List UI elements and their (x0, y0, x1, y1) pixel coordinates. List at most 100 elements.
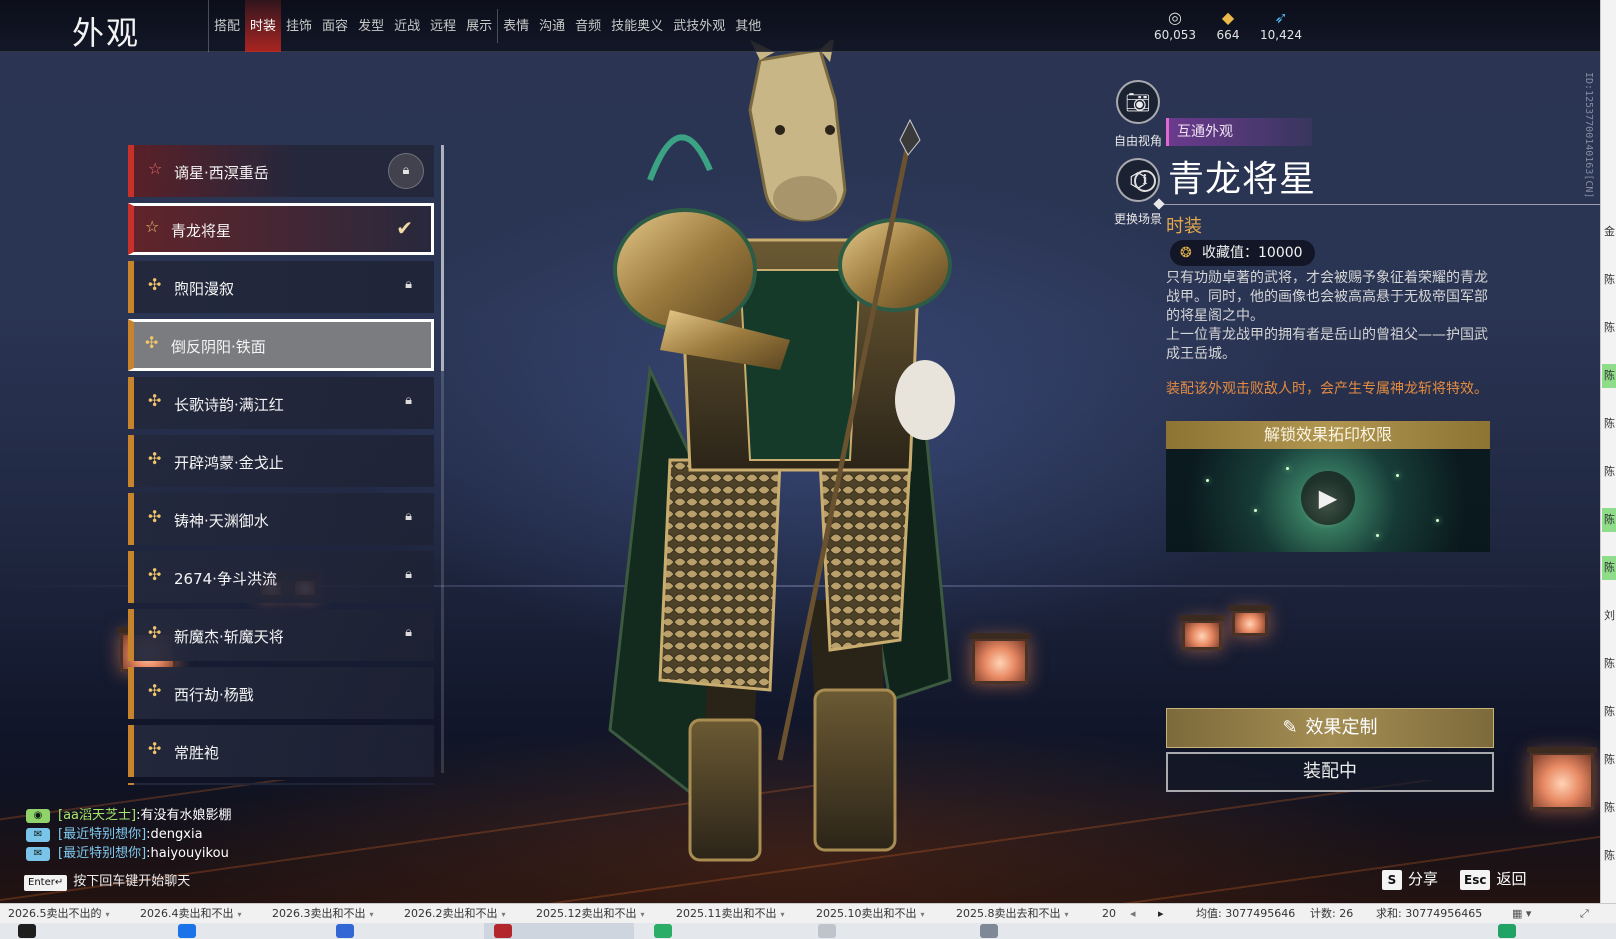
spreadsheet-cell[interactable]: 陈 (1602, 460, 1616, 484)
list-item[interactable]: ☆ 谪星·西溟重岳 🔒︎ (128, 145, 434, 197)
browser-icon[interactable] (178, 924, 196, 938)
spreadsheet-cell[interactable] (1602, 292, 1616, 316)
sheet-tab[interactable]: 2025.8卖出去和不出 ▾ (956, 906, 1069, 922)
app-icon[interactable] (18, 924, 36, 938)
tab-emotes[interactable]: 表情 (498, 0, 534, 52)
sheet-tab[interactable]: 2026.2卖出和不出 ▾ (404, 906, 506, 922)
spreadsheet-cell[interactable] (1602, 76, 1616, 100)
scroll-right-icon[interactable]: ▸ (1158, 906, 1164, 922)
spreadsheet-cell[interactable] (1602, 388, 1616, 412)
spreadsheet-cell[interactable]: 陈 (1602, 652, 1616, 676)
app-icon[interactable] (818, 924, 836, 938)
scroll-left-icon[interactable]: ◂ (1130, 906, 1136, 922)
spreadsheet-cell[interactable] (1602, 340, 1616, 364)
spreadsheet-cell[interactable] (1602, 124, 1616, 148)
list-item[interactable]: ✣ 铸神·天渊御水 🔒︎ (128, 493, 434, 545)
share-button[interactable]: S 分享 (1382, 868, 1438, 890)
tab-accessories[interactable]: 挂饰 (281, 0, 317, 52)
list-scrollbar-thumb[interactable] (441, 145, 444, 371)
game-app-icon[interactable] (494, 924, 512, 938)
spreadsheet-cell[interactable] (1602, 628, 1616, 652)
spreadsheet-cell[interactable] (1602, 484, 1616, 508)
tab-hairstyle[interactable]: 发型 (353, 0, 389, 52)
free-view-button[interactable]: 📷︎ 自由视角 (1108, 80, 1168, 149)
spreadsheet-cell[interactable] (1602, 676, 1616, 700)
spreadsheet-cell[interactable]: 金 (1602, 220, 1616, 244)
sheet-tab[interactable]: 2026.4卖出和不出 ▾ (140, 906, 242, 922)
tab-display[interactable]: 展示 (461, 0, 497, 52)
sheet-tab[interactable]: 2026.5卖出不出的 ▾ (8, 906, 110, 922)
tab-skill-ultimate[interactable]: 技能奥义 (606, 0, 668, 52)
play-icon[interactable]: ▶ (1301, 471, 1355, 525)
sheet-tab[interactable]: 20 (1102, 906, 1116, 922)
tab-face[interactable]: 面容 (317, 0, 353, 52)
tab-outfit-sets[interactable]: 搭配 (209, 0, 245, 52)
list-item[interactable]: ✣ 常胜袍 (128, 725, 434, 777)
spreadsheet-cell[interactable] (1602, 148, 1616, 172)
spreadsheet-cell[interactable] (1602, 772, 1616, 796)
spreadsheet-app-icon[interactable] (1498, 924, 1516, 938)
chat-sender[interactable]: [最近特别想你] (58, 827, 146, 842)
spreadsheet-cell[interactable]: 陈 (1602, 844, 1616, 868)
tab-martial-appearance[interactable]: 武技外观 (668, 0, 730, 52)
app-icon[interactable] (980, 924, 998, 938)
spreadsheet-cell[interactable] (1602, 100, 1616, 124)
spreadsheet-cell[interactable] (1602, 196, 1616, 220)
list-item[interactable]: ✣ 2674·争斗洪流 🔒︎ (128, 551, 434, 603)
currency-gold[interactable]: ◆ 664 (1198, 8, 1258, 42)
sheet-tab[interactable]: 2025.10卖出和不出 ▾ (816, 906, 925, 922)
spreadsheet-cell[interactable]: 陈 (1602, 268, 1616, 292)
outfit-list[interactable]: ☆ 谪星·西溟重岳 🔒︎ ☆ 青龙将星 ✔ ✣ 煦阳漫叙 🔒︎ ✣ 倒反阴阳·铁… (128, 145, 444, 785)
change-scene-button[interactable]: ⬡ 更换场景 (1108, 158, 1168, 227)
sheet-tab[interactable]: 2025.12卖出和不出 ▾ (536, 906, 645, 922)
list-item[interactable]: ☆ 青龙将星 ✔ (128, 203, 434, 255)
chat-sender[interactable]: [最近特别想你] (58, 846, 146, 861)
spreadsheet-cell[interactable] (1602, 724, 1616, 748)
spreadsheet-cell[interactable] (1602, 244, 1616, 268)
info-icon[interactable]: i (1134, 170, 1156, 192)
spreadsheet-cell[interactable] (1602, 820, 1616, 844)
spreadsheet-cell[interactable]: 刘 (1602, 604, 1616, 628)
tab-ranged[interactable]: 远程 (425, 0, 461, 52)
spreadsheet-cell[interactable]: 陈 (1602, 364, 1616, 388)
wechat-icon[interactable] (654, 924, 672, 938)
list-item[interactable]: ✣ 长歌诗韵·满江红 🔒︎ (128, 377, 434, 429)
tab-fashion[interactable]: 时装 (245, 0, 282, 52)
character-model[interactable] (590, 40, 1010, 870)
spreadsheet-cell[interactable] (1602, 532, 1616, 556)
spreadsheet-cell[interactable] (1602, 4, 1616, 28)
view-mode-icon[interactable]: ▦ ▾ (1512, 906, 1531, 922)
spreadsheet-cell[interactable]: 陈 (1602, 412, 1616, 436)
spreadsheet-cell[interactable]: 陈 (1602, 748, 1616, 772)
spreadsheet-cell[interactable]: 陈 (1602, 700, 1616, 724)
spreadsheet-cell[interactable]: 陈 (1602, 316, 1616, 340)
sheet-tab[interactable]: 2026.3卖出和不出 ▾ (272, 906, 374, 922)
spreadsheet-cell[interactable]: 陈 (1602, 556, 1616, 580)
effect-preview-video[interactable]: ▶ (1166, 449, 1490, 552)
spreadsheet-cell[interactable] (1602, 28, 1616, 52)
list-item[interactable]: ✣ 开辟鸿蒙·金戈止 (128, 435, 434, 487)
currency-jade[interactable]: ◎ 60,053 (1145, 8, 1205, 42)
fullscreen-icon[interactable]: ⤢ (1580, 906, 1589, 922)
tab-communication[interactable]: 沟通 (534, 0, 570, 52)
tab-melee[interactable]: 近战 (389, 0, 425, 52)
currency-feather[interactable]: ➶ 10,424 (1251, 8, 1311, 42)
spreadsheet-cell[interactable] (1602, 580, 1616, 604)
list-item[interactable]: ✣ 西行劫·杨戬 (128, 667, 434, 719)
spreadsheet-cell[interactable] (1602, 172, 1616, 196)
equipped-button[interactable]: 装配中 (1166, 752, 1494, 792)
sheet-tab[interactable]: 2025.11卖出和不出 ▾ (676, 906, 785, 922)
list-item[interactable]: ✣ 倒反阴阳·铁面 (128, 319, 434, 371)
spreadsheet-cell[interactable] (1602, 436, 1616, 460)
tab-audio[interactable]: 音频 (570, 0, 606, 52)
chat-sender[interactable]: [aa滔天芝士] (58, 808, 136, 823)
list-item[interactable] (128, 783, 434, 785)
spreadsheet-cell[interactable]: 陈 (1602, 508, 1616, 532)
chat-input-hint[interactable]: Enter↵ 按下回车键开始聊天 (24, 870, 190, 891)
list-item[interactable]: ✣ 新魔杰·斩魔天将 🔒︎ (128, 609, 434, 661)
customize-effect-button[interactable]: ✎ 效果定制 (1166, 708, 1494, 748)
spreadsheet-cell[interactable]: 陈 (1602, 796, 1616, 820)
list-item[interactable]: ✣ 煦阳漫叙 🔒︎ (128, 261, 434, 313)
spreadsheet-cell[interactable] (1602, 52, 1616, 76)
tab-other[interactable]: 其他 (730, 0, 766, 52)
